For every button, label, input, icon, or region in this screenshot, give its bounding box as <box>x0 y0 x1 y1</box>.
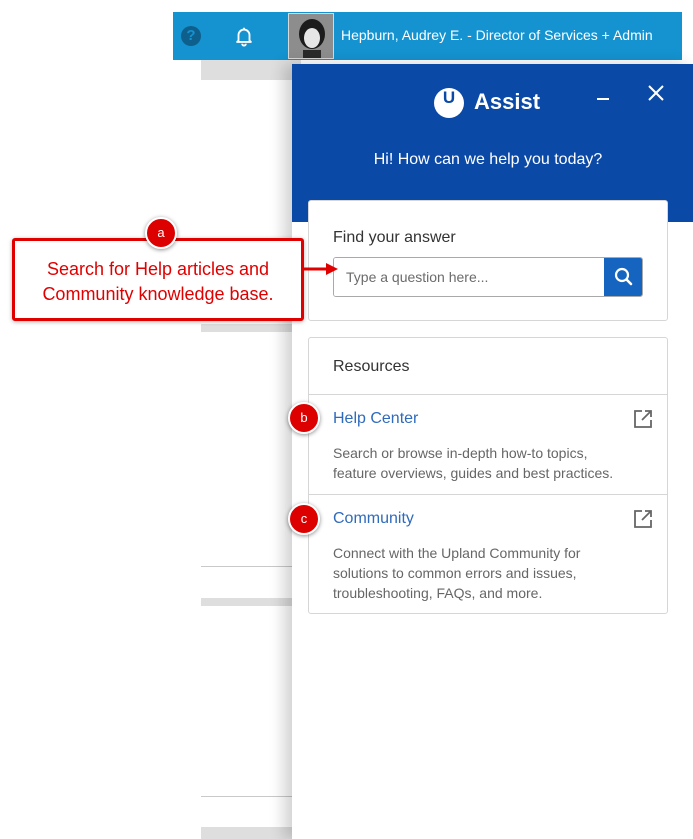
top-bar: ? Hepburn, Audrey E. - Director of Servi… <box>173 12 682 60</box>
question-circle-icon[interactable]: ? <box>181 26 201 46</box>
avatar[interactable] <box>288 13 334 59</box>
logo-letter: U <box>442 88 456 107</box>
assist-title: Assist <box>474 89 541 114</box>
annotation-badge-a: a <box>145 217 177 249</box>
find-answer-title: Find your answer <box>333 229 456 246</box>
search-box <box>333 257 643 297</box>
search-button[interactable] <box>604 258 642 296</box>
background-bar <box>201 598 301 606</box>
help-center-link[interactable]: Help Center <box>333 410 418 428</box>
background-divider <box>201 566 301 567</box>
background-bar <box>201 60 301 80</box>
external-link-icon[interactable] <box>633 409 653 429</box>
avatar-photo <box>289 14 333 58</box>
resources-card: Resources Help Center Search or browse i… <box>308 337 668 614</box>
background-bar <box>201 324 301 332</box>
search-icon <box>614 267 633 286</box>
annotation-callout: Search for Help articles and Community k… <box>12 238 304 321</box>
community-link[interactable]: Community <box>333 510 414 528</box>
community-description: Connect with the Upland Community for so… <box>333 545 581 601</box>
minimize-icon[interactable] <box>594 88 612 106</box>
greeting-text: Hi! How can we help you today? <box>373 151 603 168</box>
close-icon[interactable] <box>644 81 668 105</box>
assist-header: U Assist Hi! How can we help you today? <box>292 64 693 222</box>
background-bar <box>201 827 301 839</box>
divider <box>309 494 667 495</box>
annotation-badge-c: c <box>288 503 320 535</box>
resources-title: Resources <box>333 358 410 375</box>
bell-icon[interactable] <box>233 25 255 47</box>
help-center-description: Search or browse in-depth how-to topics,… <box>333 445 614 481</box>
user-name-label[interactable]: Hepburn, Audrey E. - Director of Service… <box>341 27 653 43</box>
find-answer-card: Find your answer <box>308 200 668 321</box>
search-input[interactable] <box>334 258 604 296</box>
annotation-badge-b: b <box>288 402 320 434</box>
annotation-arrow <box>304 263 338 275</box>
upland-logo-icon: U <box>434 88 464 118</box>
divider <box>309 394 667 395</box>
external-link-icon[interactable] <box>633 509 653 529</box>
assist-panel: U Assist Hi! How can we help you today? … <box>292 64 693 839</box>
background-divider <box>201 796 301 797</box>
